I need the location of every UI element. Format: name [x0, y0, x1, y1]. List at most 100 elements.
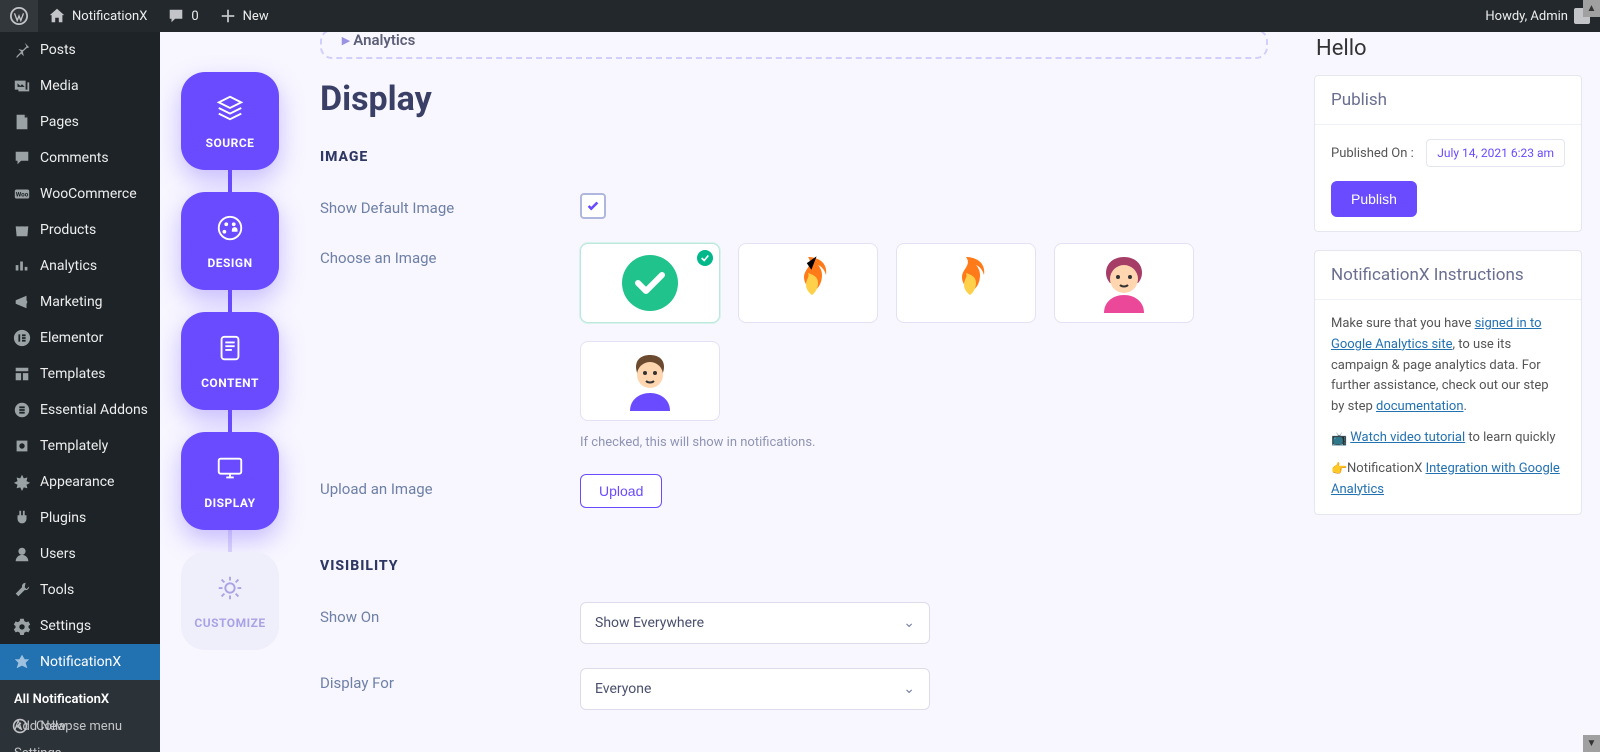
sidebar-item-settings[interactable]: Settings [0, 608, 160, 644]
sidebar-item-label: NotificationX [40, 654, 121, 670]
step-customize[interactable]: CUSTOMIZE [181, 552, 279, 650]
pages-icon [12, 112, 32, 132]
show-default-image-label: Show Default Image [320, 193, 580, 217]
doc-icon [215, 333, 245, 366]
sidebar-item-label: Pages [40, 114, 79, 130]
comments-count: 0 [191, 9, 198, 24]
documentation-link[interactable]: documentation [1376, 399, 1464, 414]
sidebar-item-marketing[interactable]: Marketing [0, 284, 160, 320]
image-option-flame-2[interactable] [896, 243, 1036, 323]
sidebar-item-label: Media [40, 78, 79, 94]
step-source[interactable]: SOURCE [181, 72, 279, 170]
publish-button[interactable]: Publish [1331, 181, 1417, 217]
sidebar-item-templately[interactable]: Templately [0, 428, 160, 464]
image-option-avatar_pink-3[interactable] [1054, 243, 1194, 323]
publish-title: Publish [1315, 76, 1581, 125]
ea-icon [12, 400, 32, 420]
display-for-select[interactable]: Everyone ⌄ [580, 668, 930, 710]
choose-image-label: Choose an Image [320, 243, 580, 267]
sidebar-item-label: Comments [40, 150, 109, 166]
show-on-select[interactable]: Show Everywhere ⌄ [580, 602, 930, 644]
analytics-icon [12, 256, 32, 276]
howdy-user[interactable]: Howdy, Admin [1475, 0, 1600, 32]
display-for-label: Display For [320, 668, 580, 692]
sidebar-item-products[interactable]: Products [0, 212, 160, 248]
templates-icon [12, 364, 32, 384]
step-label: DISPLAY [204, 496, 255, 510]
appearance-icon [12, 472, 32, 492]
site-name: NotificationX [72, 9, 147, 24]
tv-icon: 📺 [1331, 430, 1347, 446]
image-section-heading: IMAGE [320, 149, 1268, 165]
video-tutorial-link[interactable]: Watch video tutorial [1350, 430, 1465, 445]
hello-heading: Hello [1314, 32, 1582, 75]
templately-icon [12, 436, 32, 456]
scroll-up-icon[interactable]: ▲ [1583, 0, 1600, 17]
sidebar-item-users[interactable]: Users [0, 536, 160, 572]
published-on-date[interactable]: July 14, 2021 6:23 am [1426, 139, 1565, 167]
sidebar-item-label: Appearance [40, 474, 114, 490]
show-default-image-checkbox[interactable] [580, 193, 606, 219]
sidebar-item-pages[interactable]: Pages [0, 104, 160, 140]
step-label: SOURCE [206, 136, 255, 150]
sidebar-item-templates[interactable]: Templates [0, 356, 160, 392]
collapse-label: Collapse menu [36, 719, 122, 734]
scroll-down-icon[interactable]: ▼ [1583, 735, 1600, 752]
layers-icon [215, 93, 245, 126]
gear-icon [215, 573, 245, 606]
visibility-section-heading: VISIBILITY [320, 558, 1268, 574]
chevron-down-icon: ⌄ [903, 681, 915, 697]
sidebar-item-plugins[interactable]: Plugins [0, 500, 160, 536]
step-design[interactable]: DESIGN [181, 192, 279, 290]
image-option-avatar_blue-4[interactable] [580, 341, 720, 421]
media-icon [12, 76, 32, 96]
sidebar-item-label: Essential Addons [40, 402, 148, 418]
sidebar-item-notificationx[interactable]: NotificationX [0, 644, 160, 680]
step-content[interactable]: CONTENT [181, 312, 279, 410]
sidebar-item-essential-addons[interactable]: Essential Addons [0, 392, 160, 428]
sidebar-item-elementor[interactable]: Elementor [0, 320, 160, 356]
woo-icon: Woo [12, 184, 32, 204]
collapse-menu[interactable]: Collapse menu [0, 710, 160, 742]
upload-button[interactable]: Upload [580, 474, 662, 508]
svg-text:Woo: Woo [16, 191, 29, 199]
products-icon [12, 220, 32, 240]
users-icon [12, 544, 32, 564]
new-label: New [243, 9, 269, 24]
analytics-breadcrumb: Analytics [320, 32, 1268, 59]
sidebar-item-label: Tools [40, 582, 74, 598]
new-content[interactable]: New [209, 0, 279, 32]
sidebar-item-label: Templately [40, 438, 108, 454]
step-label: CONTENT [201, 376, 259, 390]
step-connector [228, 530, 232, 552]
sidebar-item-appearance[interactable]: Appearance [0, 464, 160, 500]
step-connector [228, 170, 232, 192]
instructions-title: NotificationX Instructions [1315, 251, 1581, 300]
sidebar-item-label: Marketing [40, 294, 103, 310]
sidebar-item-analytics[interactable]: Analytics [0, 248, 160, 284]
site-home[interactable]: NotificationX [38, 0, 157, 32]
show-on-label: Show On [320, 602, 580, 626]
sidebar-item-label: Products [40, 222, 96, 238]
sidebar-item-posts[interactable]: Posts [0, 32, 160, 68]
plugins-icon [12, 508, 32, 528]
sidebar-item-woocommerce[interactable]: WooWooCommerce [0, 176, 160, 212]
sidebar-item-comments[interactable]: Comments [0, 140, 160, 176]
image-option-flame-1[interactable] [738, 243, 878, 323]
sidebar-item-media[interactable]: Media [0, 68, 160, 104]
wp-logo[interactable] [0, 0, 38, 32]
settings-icon [12, 616, 32, 636]
sidebar-item-label: Analytics [40, 258, 97, 274]
image-option-check-0[interactable] [580, 243, 720, 323]
sidebar-item-tools[interactable]: Tools [0, 572, 160, 608]
step-display[interactable]: DISPLAY [181, 432, 279, 530]
elementor-icon [12, 328, 32, 348]
upload-image-label: Upload an Image [320, 474, 580, 498]
comments-link[interactable]: 0 [157, 0, 208, 32]
submenu-all-notificationx[interactable]: All NotificationX [0, 686, 160, 713]
sidebar-item-label: Users [40, 546, 76, 562]
howdy-text: Howdy, Admin [1485, 9, 1568, 24]
pin-icon [12, 40, 32, 60]
step-connector [228, 410, 232, 432]
display-for-value: Everyone [595, 681, 651, 697]
